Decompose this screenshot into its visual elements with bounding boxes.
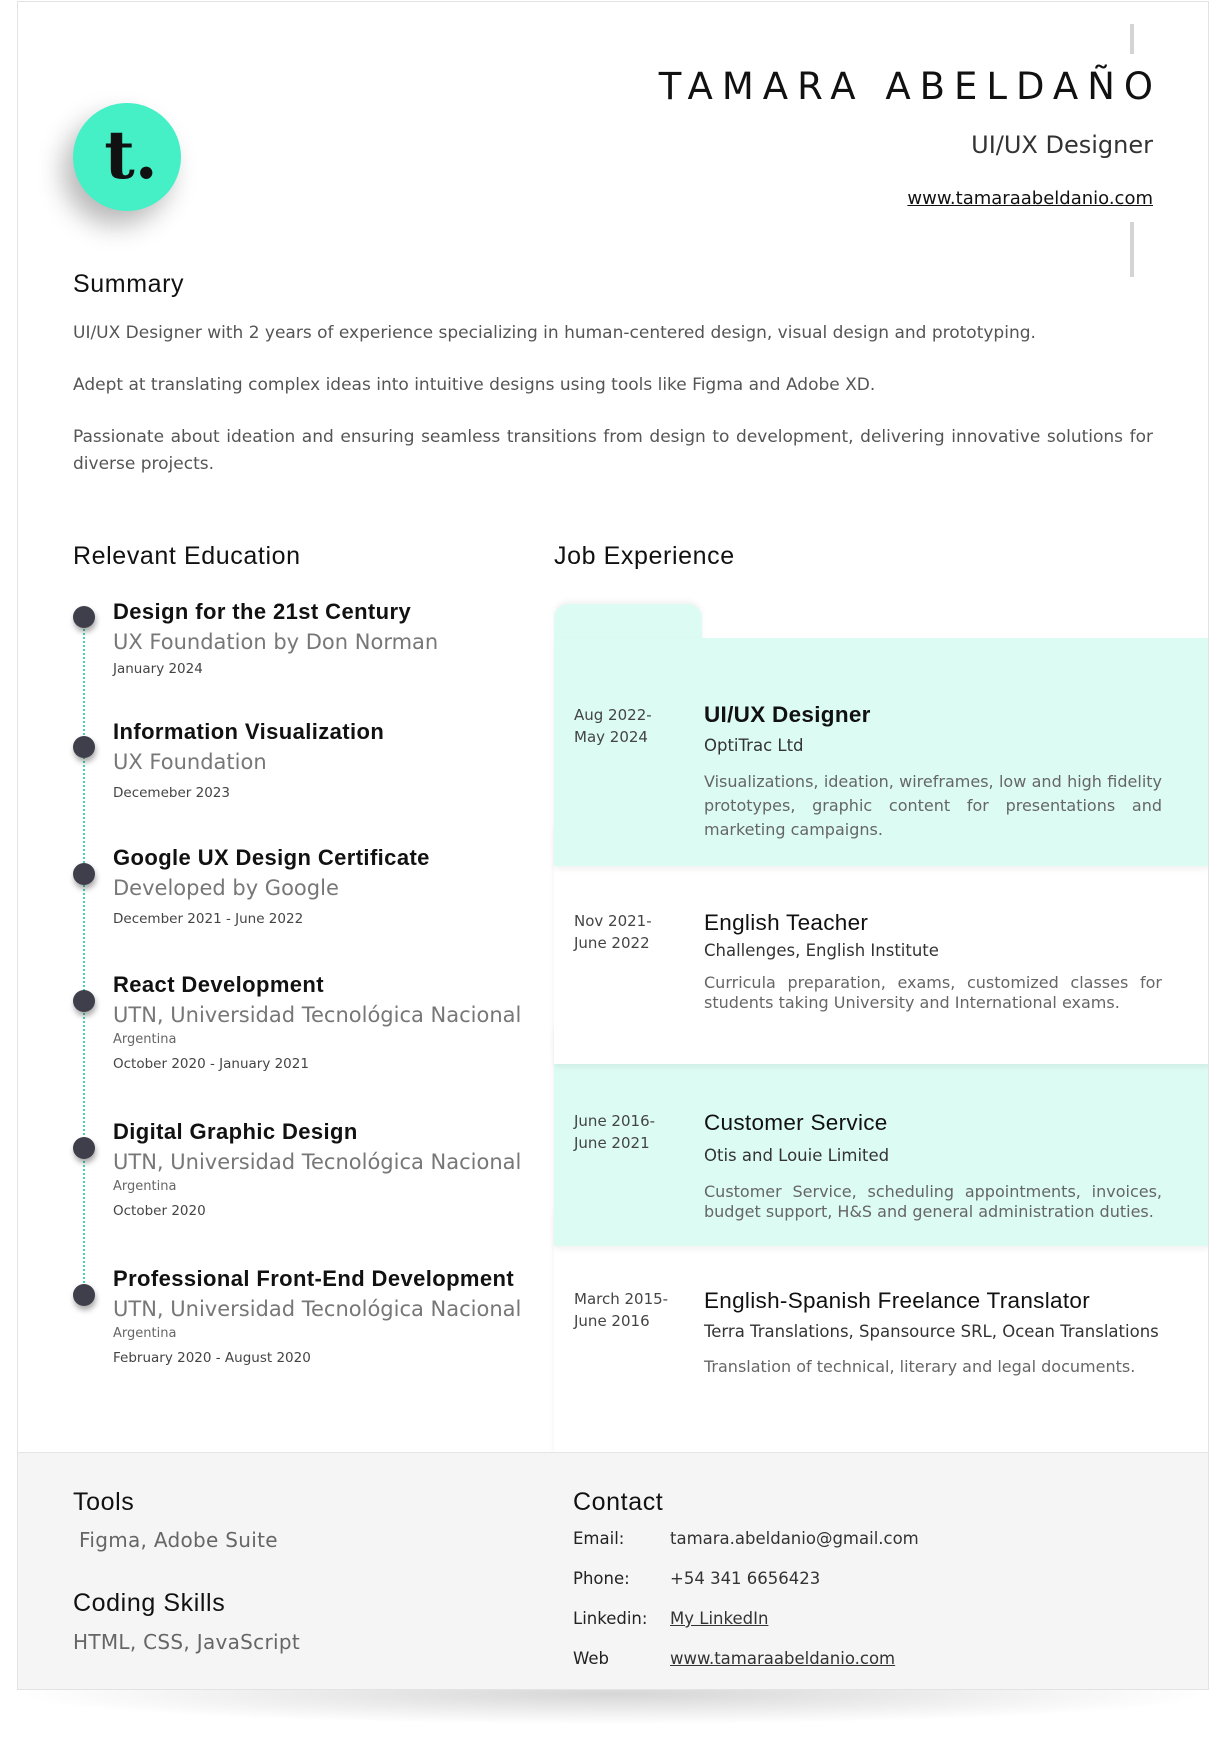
coding-skills-list: HTML, CSS, JavaScript [73,1630,300,1654]
experience-heading: Job Experience [554,542,735,570]
education-date: December 2021 - June 2022 [113,911,304,927]
timeline-dot [73,1284,95,1306]
education-location: Argentina [113,1179,177,1194]
logo-letter: t. [104,116,158,194]
email-value[interactable]: tamara.abeldanio@gmail.com [670,1529,919,1548]
summary-paragraph: Adept at translating complex ideas into … [73,375,876,395]
timeline-dot [73,863,95,885]
timeline-dot [73,736,95,758]
education-school: UTN, Universidad Tecnológica Nacional [113,1297,522,1321]
job-dates: June 2016- June 2021 [574,1110,684,1154]
contact-email-row: Email: tamara.abeldanio@gmail.com [573,1528,919,1550]
job-description: Customer Service, scheduling appointment… [704,1182,1162,1221]
job-company: Otis and Louie Limited [704,1146,890,1165]
education-location: Argentina [113,1326,177,1341]
education-date: January 2024 [113,661,203,677]
education-date: October 2020 [113,1203,206,1219]
contact-phone-row: Phone: +54 341 6656423 [573,1568,820,1590]
education-timeline-line [83,614,85,1294]
job-description: Visualizations, ideation, wireframes, lo… [704,772,1162,839]
website-link[interactable]: www.tamaraabeldanio.com [670,1649,895,1668]
timeline-dot [73,990,95,1012]
education-heading: Relevant Education [73,542,301,570]
education-date: Decemeber 2023 [113,785,230,801]
phone-value: +54 341 6656423 [670,1569,821,1588]
education-school: UTN, Universidad Tecnológica Nacional [113,1150,522,1174]
contact-heading: Contact [573,1488,664,1516]
job-date-end: May 2024 [574,728,648,746]
header-divider-bottom [1130,222,1134,277]
job-company: Challenges, English Institute [704,941,939,960]
logo-badge: t. [73,103,181,211]
experience-list: March 2015- June 2016 English-Spanish Fr… [554,604,1208,1452]
job-dates: Nov 2021- June 2022 [574,910,684,954]
linkedin-label: Linkedin: [573,1609,648,1628]
education-title: Google UX Design Certificate [113,845,430,870]
job-title: UI/UX Designer [704,702,871,727]
job-company: OptiTrac Ltd [704,736,804,755]
timeline-dot [73,606,95,628]
linkedin-link[interactable]: My LinkedIn [670,1609,768,1628]
web-label: Web [573,1649,609,1668]
job-company: Terra Translations, Spansource SRL, Ocea… [704,1322,1159,1341]
education-title: Professional Front-End Development [113,1266,515,1291]
job-role: UI/UX Designer [971,131,1153,159]
timeline-dot [73,1137,95,1159]
person-name: TAMARA ABELDAÑO [658,65,1162,108]
tools-list: Figma, Adobe Suite [79,1528,278,1552]
contact-web-row: Web www.tamaraabeldanio.com [573,1648,895,1670]
education-title: Information Visualization [113,719,385,744]
job-title: English Teacher [704,910,869,935]
job-title: English-Spanish Freelance Translator [704,1288,1090,1313]
phone-label: Phone: [573,1569,630,1588]
job-date-start: June 2016- [574,1112,656,1130]
job-description: Curricula preparation, exams, customized… [704,973,1162,1012]
header-divider-top [1130,24,1134,54]
job-dates: Aug 2022- May 2024 [574,704,684,748]
education-school: UX Foundation by Don Norman [113,630,439,654]
job-dates: March 2015- June 2016 [574,1288,684,1332]
contact-linkedin-row: Linkedin: My LinkedIn [573,1608,768,1630]
education-school: UTN, Universidad Tecnológica Nacional [113,1003,522,1027]
header-website-link[interactable]: www.tamaraabeldanio.com [907,188,1153,209]
education-date: February 2020 - August 2020 [113,1350,311,1366]
resume-page: t. TAMARA ABELDAÑO UI/UX Designer www.ta… [17,1,1209,1690]
footer-section: Tools Figma, Adobe Suite Coding Skills H… [18,1452,1208,1689]
education-school: UX Foundation [113,750,267,774]
summary-paragraph: Passionate about ideation and ensuring s… [73,427,1153,474]
coding-skills-heading: Coding Skills [73,1589,226,1617]
job-date-end: June 2016 [574,1312,650,1330]
job-date-start: March 2015- [574,1290,669,1308]
email-label: Email: [573,1529,625,1548]
education-date: October 2020 - January 2021 [113,1056,309,1072]
summary-heading: Summary [73,270,185,298]
job-date-start: Nov 2021- [574,912,652,930]
summary-paragraph: UI/UX Designer with 2 years of experienc… [73,323,1036,343]
job-title: Customer Service [704,1110,888,1135]
education-title: React Development [113,972,324,997]
education-title: Design for the 21st Century [113,599,412,624]
job-date-end: June 2021 [574,1134,650,1152]
job-description: Translation of technical, literary and l… [704,1357,1136,1376]
education-title: Digital Graphic Design [113,1119,358,1144]
education-school: Developed by Google [113,876,339,900]
summary-section: UI/UX Designer with 2 years of experienc… [73,320,1153,503]
job-date-start: Aug 2022- [574,706,652,724]
tools-heading: Tools [73,1488,135,1516]
job-date-end: June 2022 [574,934,650,952]
education-location: Argentina [113,1032,177,1047]
